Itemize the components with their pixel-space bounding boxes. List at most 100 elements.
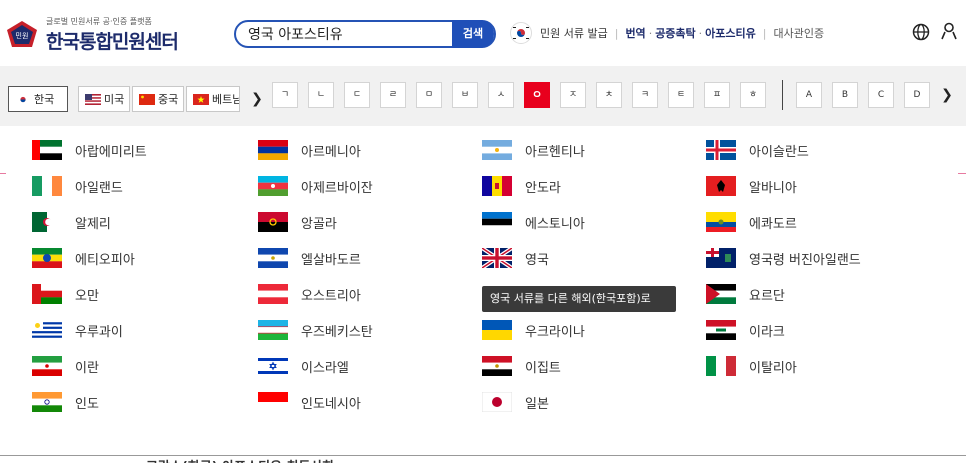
country-item-israel[interactable]: 이스라엘 [258, 356, 349, 376]
iran-flag-icon [32, 356, 62, 376]
country-item-ethiopia[interactable]: 에티오피아 [32, 248, 135, 268]
logo-badge: 민원 [16, 31, 29, 40]
country-label: 아이슬란드 [749, 144, 809, 160]
site-logo[interactable]: 민원 글로벌 민원서류 공·인증 플랫폼 한국통합민원센터 [6, 14, 206, 54]
consonant-key[interactable]: ㅋ [632, 82, 658, 108]
country-item-jordan[interactable]: 요르단 [706, 284, 785, 304]
country-item-ukraine[interactable]: 우크라이나 [482, 320, 585, 340]
country-item-egypt[interactable]: 이집트 [482, 356, 561, 376]
search-input[interactable] [248, 25, 448, 43]
country-item-albania[interactable]: 알바니아 [706, 176, 797, 196]
country-item-japan[interactable]: 일본 [482, 392, 549, 412]
uruguay-flag-icon [32, 320, 62, 340]
country-item-andorra[interactable]: 안도라 [482, 176, 561, 196]
letter-key[interactable]: B [832, 82, 858, 108]
lang-tab-usa[interactable]: 미국 [78, 86, 130, 112]
country-label: 아일랜드 [75, 180, 123, 196]
letter-next-arrow[interactable]: ❯ [940, 82, 954, 108]
country-label: 이탈리아 [749, 360, 797, 376]
consonant-key[interactable]: ㅁ [416, 82, 442, 108]
consonant-key[interactable]: ㄷ [344, 82, 370, 108]
consonant-key[interactable]: ㅅ [488, 82, 514, 108]
search-button[interactable]: 검색 [452, 20, 494, 48]
israel-flag-icon [258, 356, 288, 376]
lang-tab-label: 한국 [34, 93, 55, 106]
andorra-flag-icon [482, 176, 512, 196]
country-item-iraq[interactable]: 이라크 [706, 320, 785, 340]
country-item-uae[interactable]: 아랍에미리트 [32, 140, 147, 160]
consonant-key[interactable]: ㄴ [308, 82, 334, 108]
consonant-key[interactable]: ㄹ [380, 82, 406, 108]
country-item-ecuador[interactable]: 에콰도르 [706, 212, 797, 232]
consonant-key[interactable]: ㅍ [704, 82, 730, 108]
country-filter-bar: 한국 미국 중국 베트남 ❯ ㄱ ㄴ ㄷ ㄹ ㅁ ㅂ ㅅ ㅇ ㅈ ㅊ ㅋ ㅌ ㅍ… [0, 66, 966, 126]
letter-key[interactable]: A [796, 82, 822, 108]
globe-icon[interactable] [912, 23, 930, 41]
lang-tab-label: 미국 [104, 93, 125, 106]
country-item-estonia[interactable]: 에스토니아 [482, 212, 585, 232]
uae-flag-icon [32, 140, 62, 160]
country-label: 이라크 [749, 324, 785, 340]
country-item-iran[interactable]: 이란 [32, 356, 99, 376]
user-icon[interactable] [940, 22, 958, 40]
country-item-angola[interactable]: 앙골라 [258, 212, 337, 232]
iceland-flag-icon [706, 140, 736, 160]
country-label: 이란 [75, 360, 99, 376]
iraq-flag-icon [706, 320, 736, 340]
country-item-argentina[interactable]: 아르헨티나 [482, 140, 585, 160]
consonant-key[interactable]: ㅈ [560, 82, 586, 108]
country-item-algeria[interactable]: 알제리 [32, 212, 111, 232]
country-item-bvi[interactable]: 영국령 버진아일랜드 [706, 248, 861, 268]
service-translate-link[interactable]: 번역 [625, 25, 645, 41]
service-notary-link[interactable]: 공증촉탁 [655, 25, 695, 41]
country-item-azerbaijan[interactable]: 아제르바이잔 [258, 176, 373, 196]
filter-divider [782, 80, 783, 110]
consonant-key[interactable]: ㄱ [272, 82, 298, 108]
country-item-iceland[interactable]: 아이슬란드 [706, 140, 809, 160]
consonant-key[interactable]: ㅌ [668, 82, 694, 108]
country-label: 영국 [525, 252, 549, 268]
vietnam-flag-icon [193, 93, 209, 105]
ireland-flag-icon [32, 176, 62, 196]
korea-flag-icon [15, 93, 31, 105]
country-item-austria[interactable]: 오스트리아 [258, 284, 361, 304]
lang-tab-korea[interactable]: 한국 [8, 86, 68, 112]
country-label: 우크라이나 [525, 324, 585, 340]
lang-next-arrow[interactable]: ❯ [250, 86, 264, 112]
country-label: 에스토니아 [525, 216, 585, 232]
country-item-uk[interactable]: 영국 [482, 248, 549, 268]
country-label: 앙골라 [301, 216, 337, 232]
consonant-key[interactable]: ㅎ [740, 82, 766, 108]
country-item-uruguay[interactable]: 우루과이 [32, 320, 123, 340]
country-label: 인도 [75, 396, 99, 412]
country-label: 이스라엘 [301, 360, 349, 376]
azerbaijan-flag-icon [258, 176, 288, 196]
armenia-flag-icon [258, 140, 288, 160]
country-label: 우즈베키스탄 [301, 324, 373, 340]
lang-tab-vietnam[interactable]: 베트남 [186, 86, 240, 112]
country-item-ireland[interactable]: 아일랜드 [32, 176, 123, 196]
lang-tab-china[interactable]: 중국 [132, 86, 184, 112]
korea-flag-icon [510, 22, 532, 44]
consonant-key[interactable]: ㅊ [596, 82, 622, 108]
header: 민원 글로벌 민원서류 공·인증 플랫폼 한국통합민원센터 검색 민원 서류 발… [0, 0, 966, 66]
service-issue-link[interactable]: 민원 서류 발급 [540, 25, 608, 41]
country-item-oman[interactable]: 오만 [32, 284, 99, 304]
consonant-key[interactable]: ㅂ [452, 82, 478, 108]
ecuador-flag-icon [706, 212, 736, 232]
service-consular-link[interactable]: 대사관인증 [774, 25, 825, 41]
country-item-armenia[interactable]: 아르메니아 [258, 140, 361, 160]
country-item-indonesia[interactable]: 인도네시아 [258, 392, 361, 412]
letter-key[interactable]: C [868, 82, 894, 108]
country-label: 일본 [525, 396, 549, 412]
logo-tagline: 글로벌 민원서류 공·인증 플랫폼 [46, 17, 152, 26]
country-item-uzbekistan[interactable]: 우즈베키스탄 [258, 320, 373, 340]
service-apostille-link[interactable]: 아포스티유 [705, 25, 756, 41]
letter-key[interactable]: D [904, 82, 930, 108]
country-item-italy[interactable]: 이탈리아 [706, 356, 797, 376]
country-item-india[interactable]: 인도 [32, 392, 99, 412]
consonant-key-active[interactable]: ㅇ [524, 82, 550, 108]
country-item-el-salvador[interactable]: 엘살바도르 [258, 248, 361, 268]
bvi-flag-icon [706, 248, 736, 268]
content-divider [0, 455, 966, 463]
